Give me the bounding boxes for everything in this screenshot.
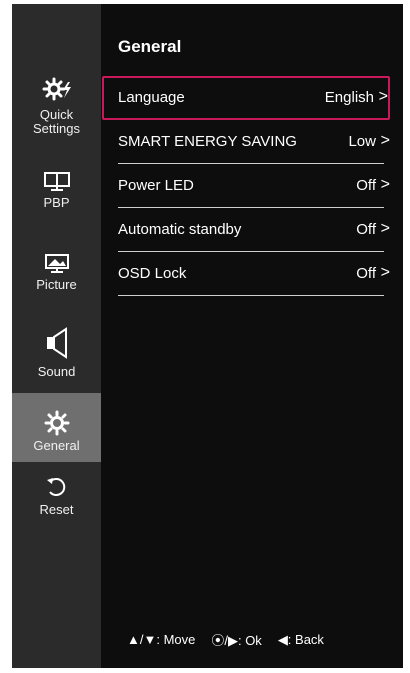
sidebar-item-sound[interactable]: Sound [12,327,101,379]
sidebar-item-label: Settings [33,121,80,136]
gear-icon [44,410,69,436]
sidebar-item-quick-settings[interactable]: Quick Settings [12,76,101,136]
row-label: OSD Lock [118,265,187,282]
row-label: Power LED [118,177,194,194]
move-hint: ▲/▼: Move [127,632,196,647]
ok-hint: ⦿/▶: Ok [211,633,262,648]
sidebar-item-label: Sound [37,364,76,379]
speaker-icon [46,327,67,359]
sidebar-item-picture[interactable]: Picture [12,254,101,292]
row-label: Language [118,89,185,106]
menu-row-osd-lock[interactable]: OSD Lock Off > [118,252,390,296]
osd-panel: Quick Settings PBP Picture Sound General… [12,4,403,668]
sidebar-item-label: Reset [39,502,74,517]
menu-row-automatic-standby[interactable]: Automatic standby Off > [118,208,390,252]
page-title: General [118,37,182,56]
row-label: Automatic standby [118,221,242,238]
sidebar-item-general[interactable]: General [12,393,101,462]
menu-row-power-led[interactable]: Power LED Off > [118,164,390,208]
footer-hints: ▲/▼: Move ⦿/▶: Ok ◀: Back [127,630,324,649]
menu-row-smart-energy-saving[interactable]: SMART ENERGY SAVING Low > [118,120,390,164]
quick-settings-icon [42,77,71,101]
row-label: SMART ENERGY SAVING [118,133,297,150]
row-value: Off [356,221,376,238]
picture-icon [44,254,69,273]
reset-icon [46,478,65,497]
row-value: Low [348,133,376,150]
row-value: English [324,89,374,106]
row-value: Off [356,265,376,282]
sidebar-item-label: General [33,438,80,453]
sidebar-item-label: PBP [43,195,70,210]
chevron-right-icon: > [380,132,390,149]
chevron-right-icon: > [380,264,390,281]
menu-row-language[interactable]: Language English > [102,76,390,120]
chevron-right-icon: > [378,88,388,105]
back-hint: ◀: Back [277,631,324,647]
sidebar: Quick Settings PBP Picture Sound General… [12,4,101,668]
sidebar-item-label: Picture [36,277,77,292]
pbp-icon [43,172,70,191]
divider [118,295,384,296]
chevron-right-icon: > [380,220,390,237]
row-value: Off [356,177,376,194]
sidebar-item-pbp[interactable]: PBP [12,172,101,210]
sidebar-item-label: Quick [39,107,74,122]
sidebar-item-reset[interactable]: Reset [12,475,101,517]
chevron-right-icon: > [380,176,390,193]
